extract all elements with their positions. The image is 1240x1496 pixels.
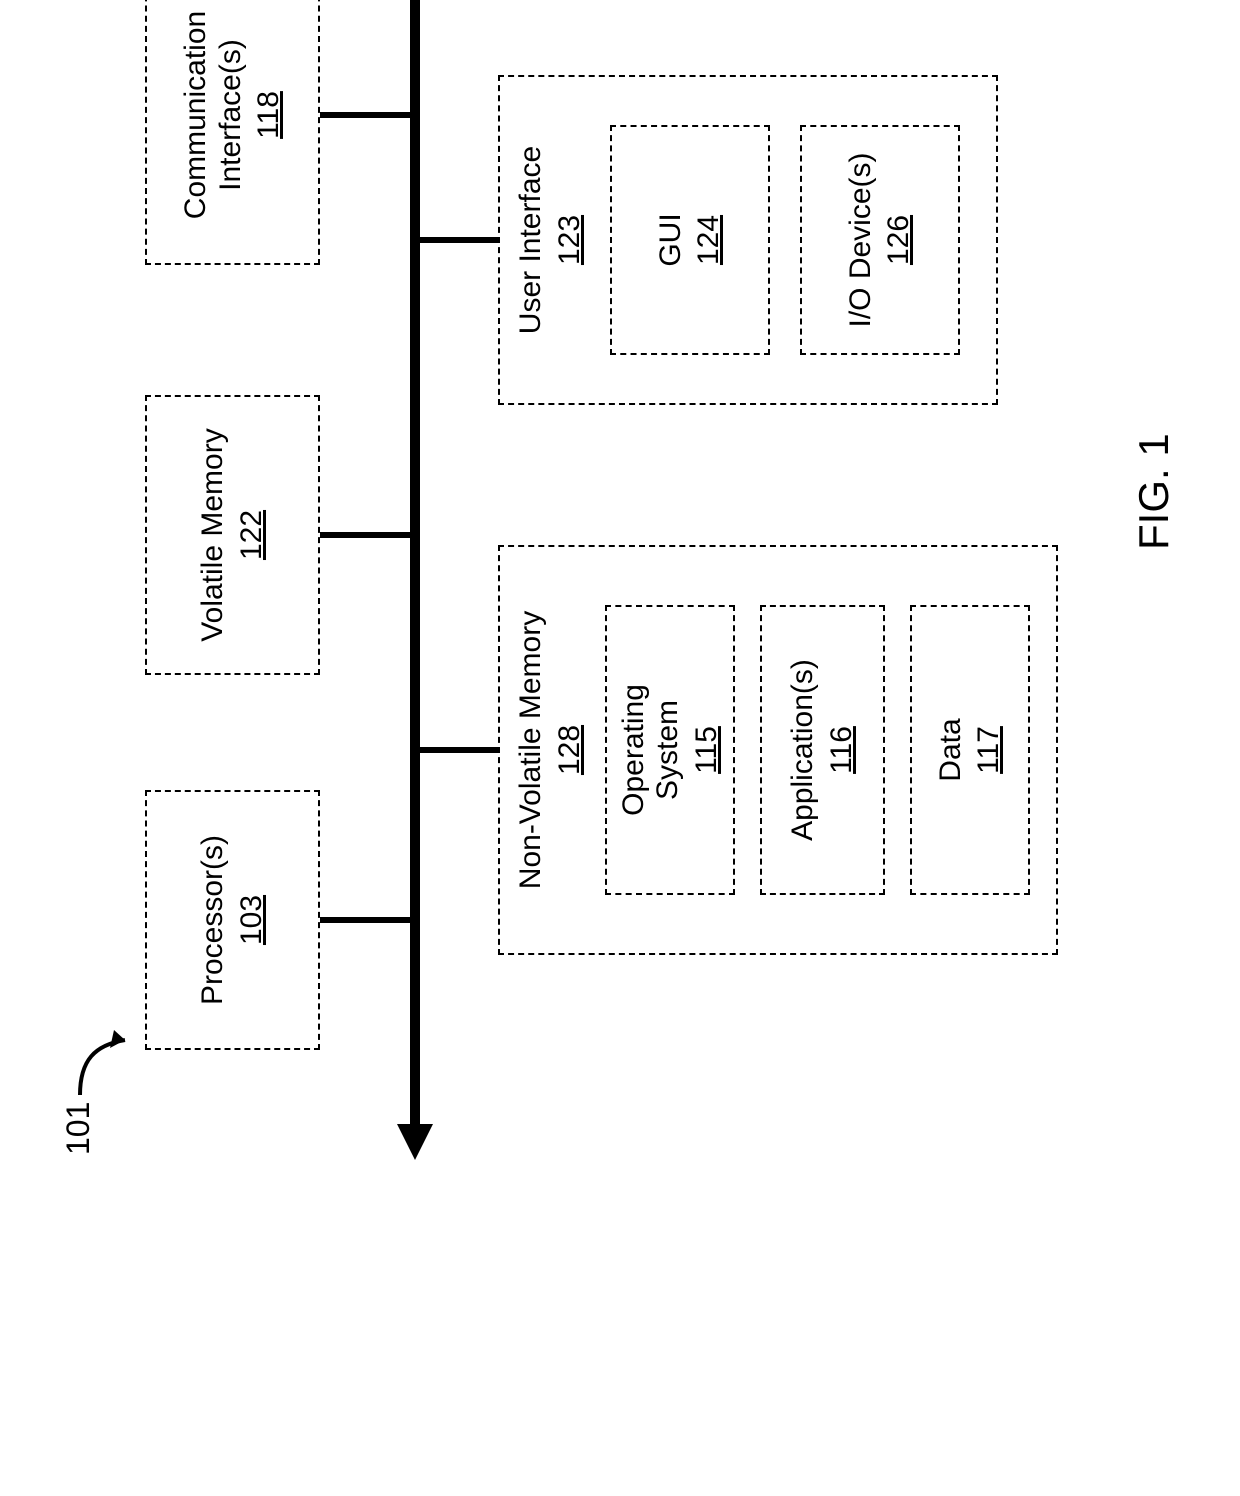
box-apps-ref: 116	[825, 726, 859, 774]
figure-caption: FIG. 1	[1130, 433, 1178, 550]
box-apps-label: Application(s)	[786, 659, 821, 841]
bus-arrow-left	[397, 1124, 433, 1160]
tick-processor	[320, 917, 412, 923]
tick-nvm	[418, 747, 498, 753]
box-os-label: Operating System	[617, 684, 686, 816]
box-volmem-ref: 122	[235, 510, 269, 560]
box-io-label: I/O Device(s)	[844, 152, 879, 327]
box-io-ref: 126	[882, 215, 916, 265]
box-volmem-label: Volatile Memory	[196, 428, 231, 641]
box-apps: Application(s) 116	[760, 605, 885, 895]
box-data-label: Data	[934, 718, 969, 781]
box-nvm-ref: 128	[553, 725, 587, 775]
box-comm-interface: Communication Interface(s) 118	[145, 0, 320, 265]
figure-ref-label: 101	[60, 1102, 97, 1155]
bus-line	[410, 0, 420, 1125]
figure-ref-leader	[70, 1010, 140, 1100]
box-comm-ref: 118	[252, 91, 286, 139]
box-processor-label: Processor(s)	[196, 835, 231, 1005]
box-volatile-memory: Volatile Memory 122	[145, 395, 320, 675]
box-gui: GUI 124	[610, 125, 770, 355]
box-data: Data 117	[910, 605, 1030, 895]
tick-comm	[320, 112, 412, 118]
box-data-ref: 117	[972, 726, 1006, 774]
box-processor-ref: 103	[235, 895, 269, 945]
box-processor: Processor(s) 103	[145, 790, 320, 1050]
box-nvm-label: Non-Volatile Memory	[514, 611, 549, 889]
box-os-ref: 115	[690, 726, 724, 774]
tick-volmem	[320, 532, 412, 538]
box-io: I/O Device(s) 126	[800, 125, 960, 355]
box-ui-label: User Interface	[514, 146, 549, 334]
tick-ui	[418, 237, 498, 243]
box-gui-label: GUI	[654, 213, 689, 266]
box-gui-ref: 124	[692, 215, 726, 265]
diagram-canvas: 101 Processor(s) 103 Volatile Memory 122…	[0, 0, 1240, 1240]
box-comm-label: Communication Interface(s)	[179, 11, 248, 219]
box-os: Operating System 115	[605, 605, 735, 895]
box-ui-ref: 123	[553, 215, 587, 265]
